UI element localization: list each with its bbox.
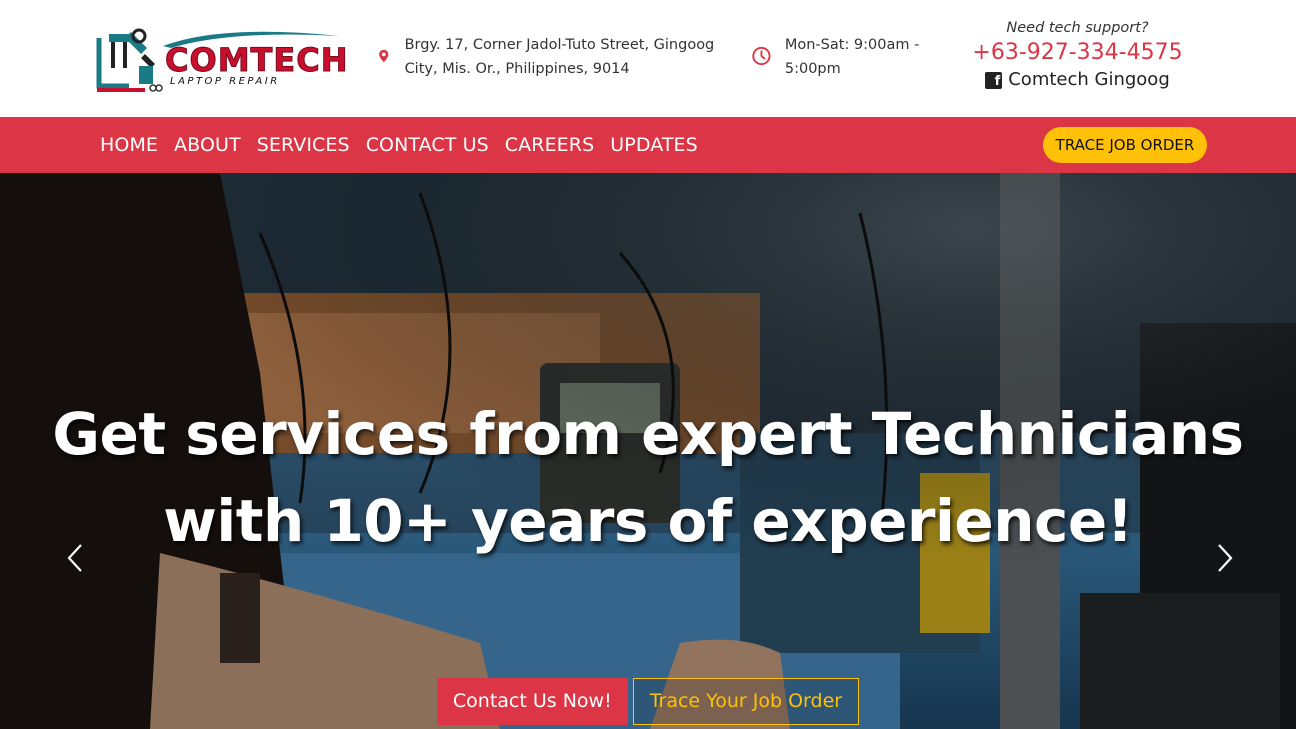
support-phone-link[interactable]: +63-927-334-4575 [960, 39, 1195, 67]
logo-name: COMTECH [164, 41, 349, 79]
address-text: Brgy. 17, Corner Jadol-Tuto Street, Ging… [404, 37, 715, 77]
address-block: Brgy. 17, Corner Jadol-Tuto Street, Ging… [377, 33, 737, 81]
nav-item-contact-us[interactable]: CONTACT US [366, 134, 489, 156]
nav-item-services[interactable]: SERVICES [257, 134, 350, 156]
facebook-link[interactable]: f Comtech Gingoog [960, 67, 1195, 93]
main-nav: HOME ABOUT SERVICES CONTACT US CAREERS U… [0, 117, 1296, 173]
hero-title: Get services from expert Technicians wit… [52, 400, 1244, 555]
nav-item-careers[interactable]: CAREERS [505, 134, 594, 156]
clock-icon [752, 46, 771, 66]
hours-text: Mon-Sat: 9:00am - 5:00pm [784, 37, 920, 77]
trace-your-job-order-button[interactable]: Trace Your Job Order [632, 678, 860, 725]
support-question: Need tech support? [1006, 20, 1149, 36]
site-logo[interactable]: COMTECH LAPTOP REPAIR [95, 28, 349, 92]
facebook-icon: f [985, 71, 1003, 89]
logo-tagline: LAPTOP REPAIR [170, 76, 280, 87]
map-marker-icon [379, 49, 389, 63]
laptop-tools-icon [96, 28, 163, 92]
contact-us-button[interactable]: Contact Us Now! [436, 678, 628, 725]
trace-job-order-button[interactable]: TRACE JOB ORDER [1043, 127, 1207, 163]
nav-item-updates[interactable]: UPDATES [610, 134, 698, 156]
nav-item-about[interactable]: ABOUT [174, 134, 241, 156]
nav-links: HOME ABOUT SERVICES CONTACT US CAREERS U… [100, 117, 714, 173]
hero-carousel: Get services from expert Technicians wit… [0, 173, 1296, 729]
facebook-label: Comtech Gingoog [1008, 69, 1170, 90]
support-block: Need tech support? +63-927-334-4575 f Co… [960, 17, 1195, 93]
nav-item-home[interactable]: HOME [100, 134, 158, 156]
hero-buttons: Contact Us Now! Trace Your Job Order [0, 678, 1296, 725]
hours-block: Mon-Sat: 9:00am - 5:00pm [752, 33, 952, 81]
site-header: COMTECH LAPTOP REPAIR Brgy. 17, Corner J… [0, 0, 1296, 117]
